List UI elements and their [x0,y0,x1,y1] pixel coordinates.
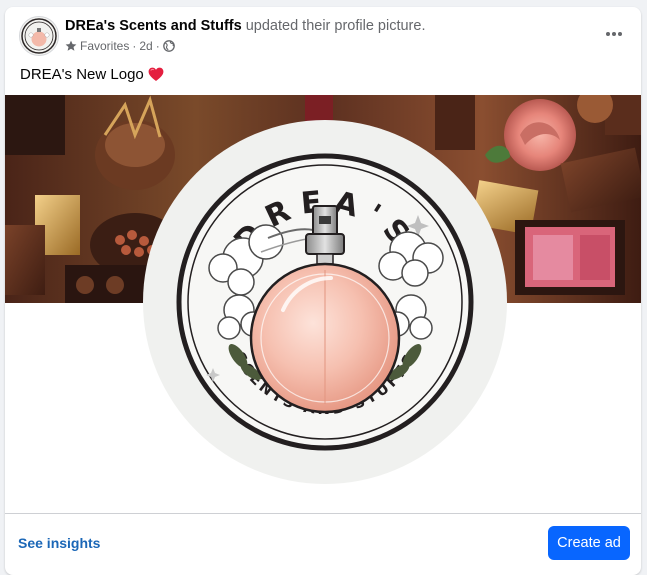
more-options-button[interactable] [601,21,627,47]
post-meta: Favorites · 2d · [65,39,175,53]
avatar-logo-image [21,18,57,54]
profile-picture-logo[interactable]: DREA'S SCENTS AND STUFFS [143,120,507,484]
post-action-text: updated their profile picture. [245,18,426,34]
caption-text: DREA's New Logo [20,66,144,83]
globe-icon[interactable] [162,40,175,52]
post-header: DREa's Scents and Stuffs updated their p… [5,7,641,63]
meta-separator: · [132,39,137,53]
audience-label[interactable]: Favorites [80,39,129,53]
feed-post-card: DREa's Scents and Stuffs updated their p… [5,7,641,575]
post-title: DREa's Scents and Stuffs updated their p… [65,18,425,34]
meta-separator-2: · [155,39,160,53]
star-icon [65,40,77,51]
see-insights-link[interactable]: See insights [18,535,100,551]
more-horizontal-icon [606,32,622,36]
page-name-link[interactable]: DREa's Scents and Stuffs [65,18,242,34]
page-avatar[interactable] [19,16,59,56]
red-heart-icon [148,67,164,81]
post-caption: DREA's New Logo [20,66,164,83]
post-footer: See insights Create ad [5,514,641,574]
post-timestamp[interactable]: 2d [139,39,152,53]
logo-image: DREA'S SCENTS AND STUFFS [143,120,507,484]
create-ad-button[interactable]: Create ad [548,526,630,560]
